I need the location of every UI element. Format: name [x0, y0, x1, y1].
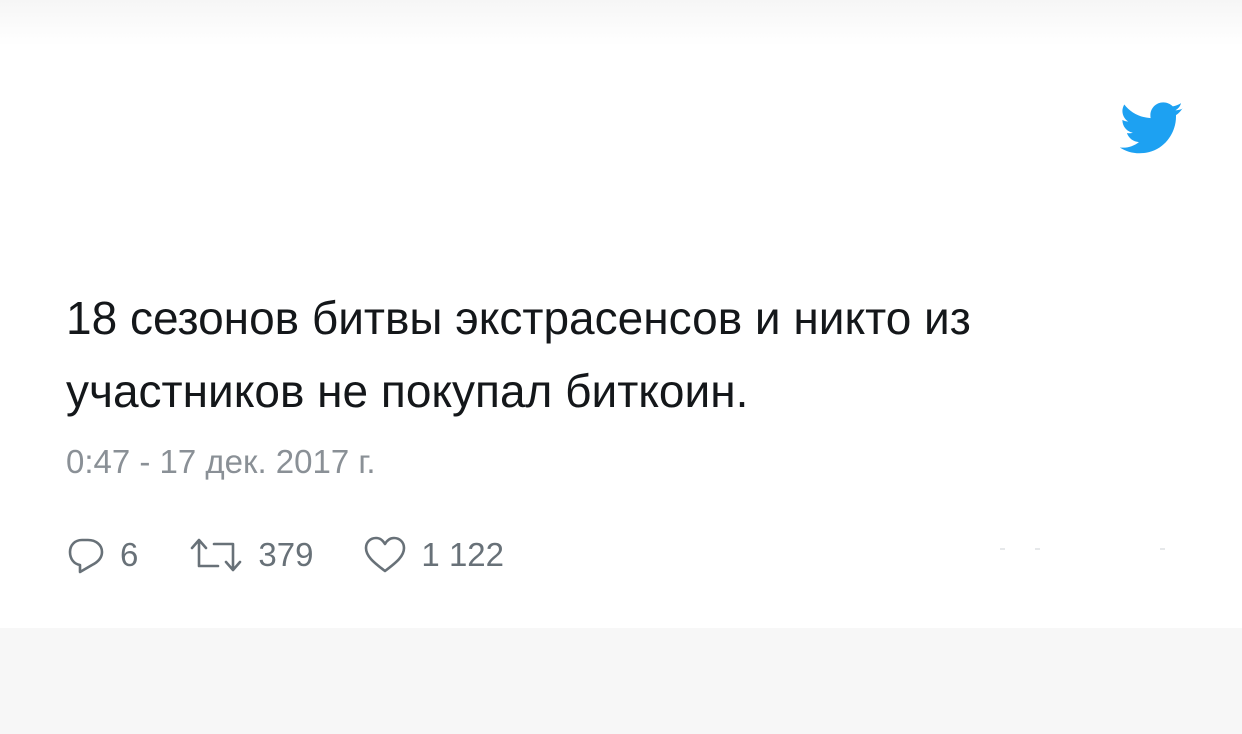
faint-mark	[1035, 548, 1040, 550]
faint-divider-marks	[1000, 548, 1170, 554]
tweet-text-line-1: 18 сезонов битвы экстрасенсов и никто из	[66, 292, 971, 344]
top-shadow	[0, 0, 1242, 46]
faint-mark	[1160, 548, 1165, 550]
tweet-actions: 6 379 1 122	[66, 533, 554, 577]
faint-mark	[1000, 548, 1005, 550]
retweet-icon	[191, 538, 242, 572]
tweet-timestamp[interactable]: 0:47 - 17 дек. 2017 г.	[66, 442, 376, 482]
twitter-bird-icon[interactable]	[1120, 101, 1184, 157]
screen: 18 сезонов битвы экстрасенсов и никто из…	[0, 0, 1242, 734]
like-count: 1 122	[421, 536, 505, 573]
reply-button[interactable]: 6	[66, 536, 138, 574]
tweet-text: 18 сезонов битвы экстрасенсов и никто из…	[66, 282, 1176, 428]
like-button[interactable]: 1 122	[363, 536, 504, 574]
tweet-card: 18 сезонов битвы экстрасенсов и никто из…	[0, 0, 1242, 628]
tweet-text-line-2: участников не покупал биткоин.	[66, 365, 749, 417]
retweet-button[interactable]: 379	[188, 536, 313, 574]
reply-icon	[68, 538, 104, 574]
retweet-count: 379	[258, 536, 314, 573]
heart-icon	[365, 536, 406, 573]
reply-count: 6	[120, 536, 139, 573]
